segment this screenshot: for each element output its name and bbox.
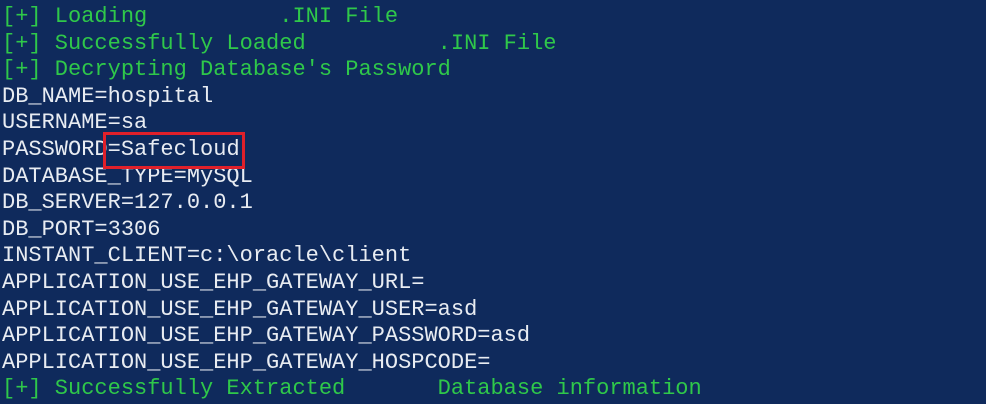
output-line-gateway-hospcode: APPLICATION_USE_EHP_GATEWAY_HOSPCODE= <box>2 349 491 375</box>
log-line-extracted-info: [+] Successfully Extracted Database info… <box>2 376 702 402</box>
output-line-username: USERNAME=sa <box>2 110 148 136</box>
terminal-window: [+] Loading .INI File [+] Successfully L… <box>0 0 986 404</box>
log-line-loading-ini: [+] Loading .INI File <box>2 4 399 29</box>
output-line-database-type: DATABASE_TYPE=MySQL <box>2 163 253 189</box>
output-line-db-server: DB_SERVER=127.0.0.1 <box>2 190 253 216</box>
output-line-gateway-user: APPLICATION_USE_EHP_GATEWAY_USER=asd <box>2 296 478 322</box>
log-line-loaded-ini: [+] Successfully Loaded .INI File <box>2 30 557 56</box>
output-line-gateway-password: APPLICATION_USE_EHP_GATEWAY_PASSWORD=asd <box>2 323 531 349</box>
output-line-db-name: DB_NAME=hospital <box>2 83 214 109</box>
password-value-highlight: =Safecloud <box>102 132 245 169</box>
password-key: PASSWORD <box>2 136 108 162</box>
output-line-db-port: DB_PORT=3306 <box>2 216 161 242</box>
output-line-gateway-url: APPLICATION_USE_EHP_GATEWAY_URL= <box>2 269 425 295</box>
output-line-password: PASSWORD=Safecloud <box>2 132 986 169</box>
log-line-decrypting-password: [+] Decrypting Database's Password <box>2 57 451 83</box>
output-line-instant-client: INSTANT_CLIENT=c:\oracle\client <box>2 243 412 269</box>
